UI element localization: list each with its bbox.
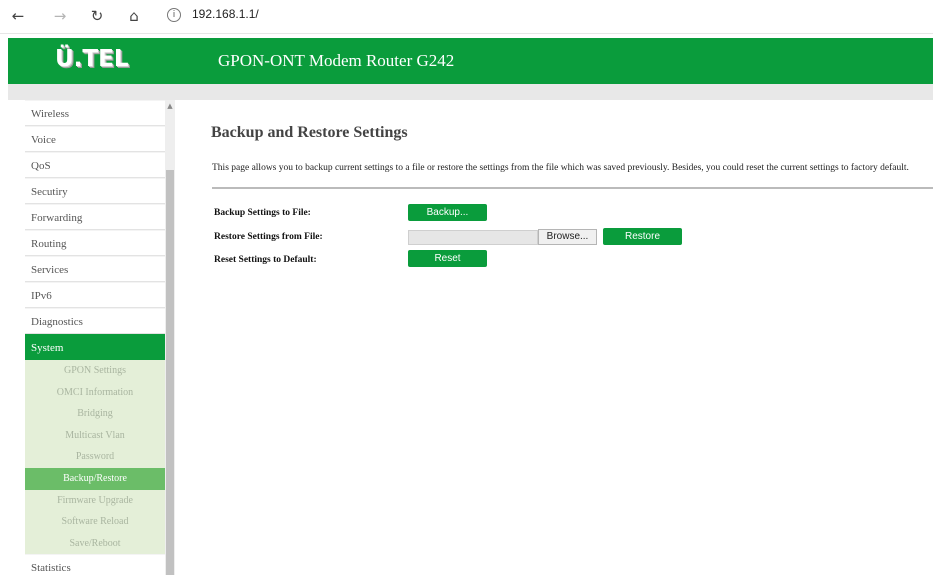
page-header-title: GPON-ONT Modem Router G242 — [218, 51, 455, 70]
reset-label: Reset Settings to Default: — [214, 255, 317, 265]
backup-button[interactable]: Backup... — [408, 204, 487, 221]
sidebar-item-wireless[interactable]: Wireless — [25, 100, 165, 126]
submenu-item-software-reload[interactable]: Software Reload — [25, 511, 165, 533]
sidebar-item-qos[interactable]: QoS — [25, 152, 165, 178]
submenu-item-save-reboot[interactable]: Save/Reboot — [25, 533, 165, 555]
backup-label: Backup Settings to File: — [214, 208, 311, 218]
submenu-item-backup-restore[interactable]: Backup/Restore — [25, 467, 165, 490]
sidebar-item-security[interactable]: Secutiry — [25, 178, 165, 204]
page-title: Backup and Restore Settings — [211, 124, 408, 141]
sidebar-item-system[interactable]: System — [25, 334, 165, 360]
sidebar-item-voice[interactable]: Voice — [25, 126, 165, 152]
restore-file-input[interactable] — [408, 230, 538, 245]
sidebar-item-routing[interactable]: Routing — [25, 230, 165, 256]
refresh-icon[interactable]: ↻ — [87, 6, 107, 26]
system-submenu: GPON Settings OMCI Information Bridging … — [25, 360, 165, 555]
submenu-item-gpon-settings[interactable]: GPON Settings — [25, 360, 165, 382]
submenu-item-bridging[interactable]: Bridging — [25, 403, 165, 425]
sidebar-item-ipv6[interactable]: IPv6 — [25, 282, 165, 308]
submenu-item-multicast-vlan[interactable]: Multicast Vlan — [25, 425, 165, 447]
submenu-item-password[interactable]: Password — [25, 446, 165, 468]
page-description: This page allows you to backup current s… — [212, 163, 909, 173]
sidebar-item-statistics[interactable]: Statistics — [25, 554, 165, 575]
scroll-thumb[interactable] — [166, 170, 174, 575]
reset-button[interactable]: Reset — [408, 250, 487, 267]
sidebar-scrollbar[interactable]: ▲ — [165, 100, 175, 575]
browse-button[interactable]: Browse... — [538, 229, 597, 245]
sidebar-item-diagnostics[interactable]: Diagnostics — [25, 308, 165, 334]
section-divider — [212, 187, 933, 189]
back-arrow-icon[interactable]: ← — [8, 6, 28, 26]
info-icon[interactable]: i — [167, 8, 181, 22]
sidebar-item-forwarding[interactable]: Forwarding — [25, 204, 165, 230]
restore-label: Restore Settings from File: — [214, 232, 323, 242]
address-bar[interactable]: 192.168.1.1/ — [192, 7, 259, 21]
brand-logo: Ü.TEL — [55, 46, 129, 72]
scroll-up-icon[interactable]: ▲ — [165, 100, 175, 112]
home-icon[interactable]: ⌂ — [124, 6, 144, 26]
header-divider-strip — [8, 84, 933, 100]
restore-button[interactable]: Restore — [603, 228, 682, 245]
submenu-item-omci-information[interactable]: OMCI Information — [25, 382, 165, 404]
main-content: Backup and Restore Settings This page al… — [178, 100, 933, 575]
forward-arrow-icon[interactable]: → — [50, 6, 70, 26]
router-header: Ü.TEL GPON-ONT Modem Router G242 — [8, 38, 933, 84]
sidebar-menu: Wireless Voice QoS Secutiry Forwarding R… — [25, 100, 165, 575]
submenu-item-firmware-upgrade[interactable]: Firmware Upgrade — [25, 490, 165, 512]
browser-toolbar: ← → ↻ ⌂ i 192.168.1.1/ — [0, 0, 933, 34]
sidebar-item-services[interactable]: Services — [25, 256, 165, 282]
